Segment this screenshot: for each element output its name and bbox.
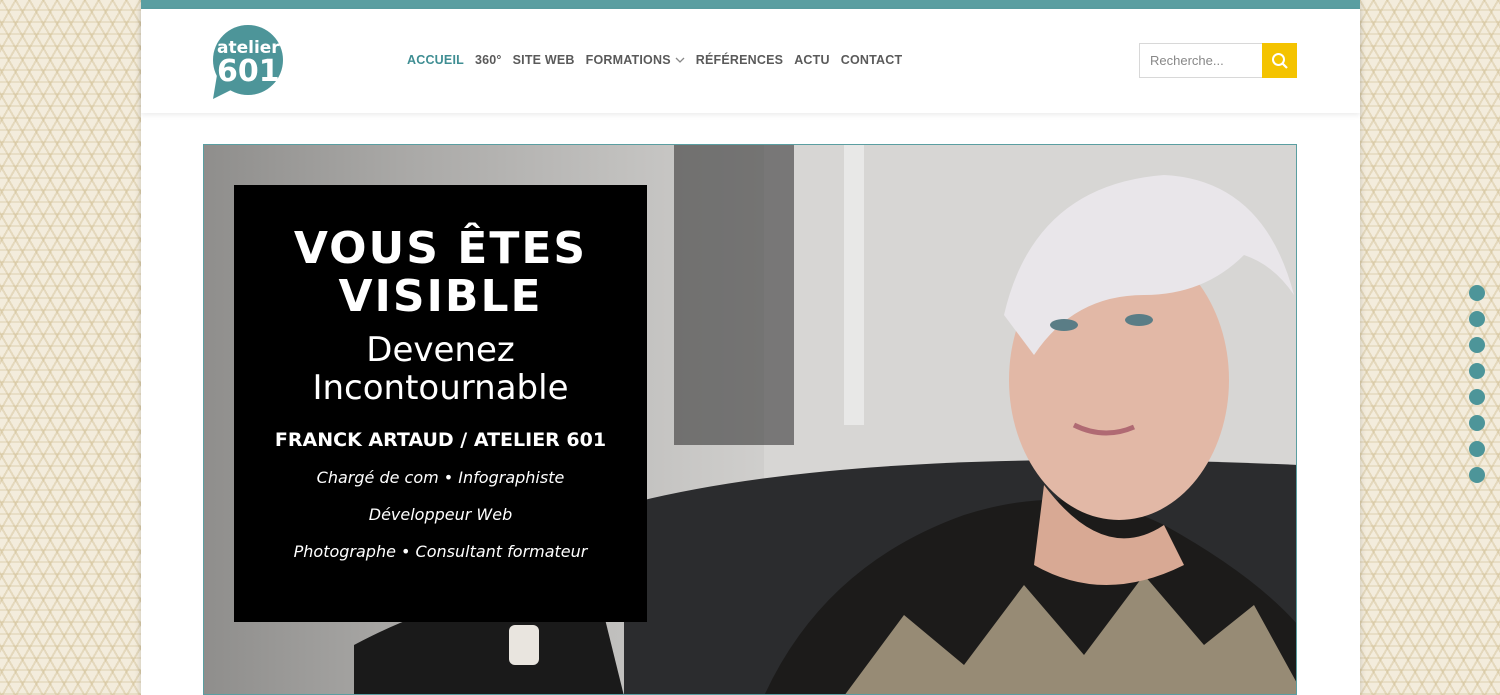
hero-text-box: VOUS ÊTES VISIBLE Devenez Incontournable…	[234, 185, 647, 622]
nav-label: ACTU	[794, 53, 830, 67]
nav-item-360[interactable]: 360°	[475, 53, 502, 67]
nav-item-references[interactable]: RÉFÉRENCES	[696, 53, 783, 67]
nav-label: ACCUEIL	[407, 53, 464, 67]
slider-dot[interactable]	[1469, 467, 1485, 483]
nav-label: 360°	[474, 53, 502, 67]
chevron-down-icon	[675, 57, 685, 63]
nav-item-formations[interactable]: FORMATIONS	[586, 53, 685, 67]
search-input[interactable]	[1139, 43, 1262, 78]
nav-item-site-web[interactable]: SITE WEB	[513, 53, 575, 67]
nav-label: SITE WEB	[512, 53, 575, 67]
nav-label: FORMATIONS	[585, 53, 671, 67]
search-icon	[1271, 52, 1288, 69]
nav-item-accueil[interactable]: ACCUEIL	[407, 53, 464, 67]
slider-dot[interactable]	[1469, 389, 1485, 405]
nav-item-actu[interactable]: ACTU	[794, 53, 830, 67]
nav-label: RÉFÉRENCES	[695, 53, 784, 67]
slider-dot[interactable]	[1469, 363, 1485, 379]
search-button[interactable]	[1262, 43, 1297, 78]
top-accent-bar	[141, 0, 1360, 9]
slider-dot[interactable]	[1469, 415, 1485, 431]
hero-name: FRANCK ARTAUD / ATELIER 601	[274, 429, 607, 451]
nav-label: CONTACT	[840, 53, 903, 67]
atelier-601-logo[interactable]: atelier 601	[211, 23, 285, 101]
slider-dot[interactable]	[1469, 285, 1485, 301]
nav-item-contact[interactable]: CONTACT	[841, 53, 903, 67]
svg-text:601: 601	[217, 54, 280, 89]
hero-slide: VOUS ÊTES VISIBLE Devenez Incontournable…	[203, 144, 1297, 695]
slider-dot[interactable]	[1469, 337, 1485, 353]
slider-pagination	[1469, 285, 1485, 483]
hero-headline: VOUS ÊTES VISIBLE	[293, 223, 588, 322]
hero-role-line: Chargé de com • Infographiste	[316, 468, 565, 487]
site-header: atelier 601 ACCUEIL 360° SITE WEB FORMAT…	[141, 9, 1360, 113]
slider-dot[interactable]	[1469, 441, 1485, 457]
hero-subheadline: Devenez Incontournable	[312, 330, 569, 408]
main-nav: ACCUEIL 360° SITE WEB FORMATIONS RÉFÉREN…	[407, 53, 902, 67]
hero-role-line: Développeur Web	[368, 505, 513, 524]
slider-dot[interactable]	[1469, 311, 1485, 327]
search-form	[1139, 43, 1297, 78]
page-container: atelier 601 ACCUEIL 360° SITE WEB FORMAT…	[141, 0, 1360, 695]
hero-role-line: Photographe • Consultant formateur	[293, 542, 588, 561]
